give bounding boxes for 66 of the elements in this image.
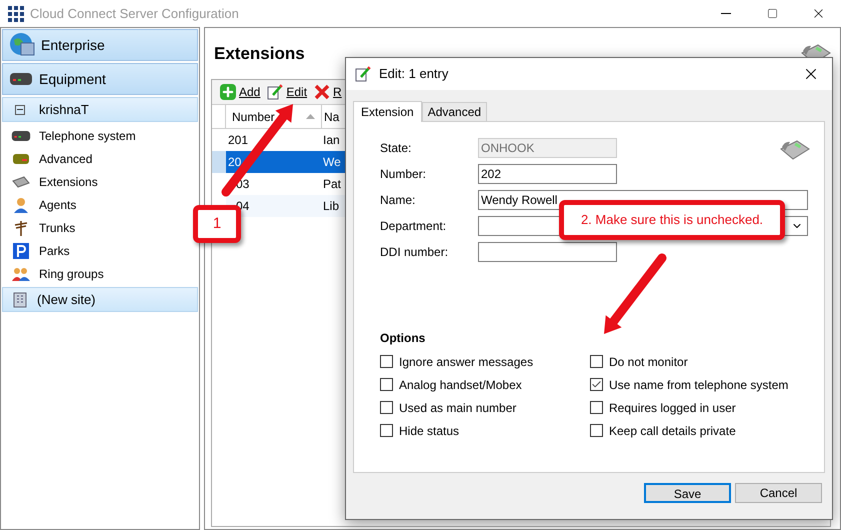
table-cell-text: 20 <box>227 154 242 171</box>
page-heading: Extensions <box>214 42 305 65</box>
field-label: Department: <box>380 218 448 235</box>
text-field[interactable]: 202 <box>478 164 617 184</box>
field-label: Number: <box>380 166 428 183</box>
column-header[interactable]: Na <box>322 105 342 128</box>
toolbar-button[interactable]: Add <box>220 83 260 101</box>
device-icon <box>9 71 33 87</box>
options-heading: Options <box>380 330 426 347</box>
parking-icon <box>13 242 29 258</box>
sidebar-item[interactable]: Agents <box>2 193 76 216</box>
globe-icon <box>9 32 35 58</box>
table-cell-text: 201 <box>227 132 250 149</box>
notepad-pencil-icon <box>355 66 371 82</box>
table-cell-text: Pat <box>322 176 342 193</box>
tab[interactable]: Extension <box>353 101 422 122</box>
sidebar-item[interactable]: Advanced <box>2 147 92 170</box>
notepad-pencil-icon <box>267 84 284 100</box>
sidebar-item[interactable]: Telephone system <box>2 124 136 147</box>
option-checkbox[interactable]: Do not monitor <box>590 355 688 368</box>
option-checkbox[interactable]: Ignore answer messages <box>380 355 534 368</box>
option-checkbox[interactable]: Hide status <box>380 424 460 437</box>
phone-icon <box>12 174 30 188</box>
table-cell-text: Lib <box>322 198 340 215</box>
site-node[interactable]: krishnaT <box>2 97 198 122</box>
sidebar-item[interactable]: Trunks <box>2 216 76 239</box>
cross-icon <box>314 84 330 100</box>
sidebar-item[interactable]: Ring groups <box>2 262 104 285</box>
text-field[interactable] <box>478 242 617 262</box>
person-icon <box>13 196 29 212</box>
dialog-button[interactable]: Save <box>644 483 731 503</box>
option-checkbox[interactable]: Requires logged in user <box>590 401 736 414</box>
option-checkbox[interactable]: Used as main number <box>380 401 516 414</box>
site-node[interactable]: (New site) <box>2 287 198 312</box>
toolbar-button[interactable]: R <box>314 83 342 101</box>
plus-icon <box>220 84 236 100</box>
dialog-title: Edit: 1 entry <box>379 65 448 84</box>
minimize-icon <box>721 13 731 14</box>
maximize-icon <box>766 8 778 19</box>
row-header[interactable] <box>212 151 226 173</box>
sidebar-group-button[interactable]: Equipment <box>2 63 198 95</box>
antenna-icon <box>13 220 29 236</box>
sort-ascending-icon <box>306 114 315 119</box>
sidebar-item[interactable]: Extensions <box>2 170 98 193</box>
sidebar-group-button[interactable]: Enterprise <box>2 29 198 61</box>
sidebar-item[interactable]: Parks <box>2 239 70 262</box>
option-checkbox[interactable]: Analog handset/Mobex <box>380 378 522 391</box>
device-icon <box>12 152 30 166</box>
field-label: State: <box>380 140 412 157</box>
field-label: Name: <box>380 192 416 209</box>
desk-phone-icon <box>780 140 810 160</box>
annotation-tooltip: 2. Make sure this is unchecked. <box>559 200 785 240</box>
checkmark-icon <box>591 379 602 390</box>
dialog-button[interactable]: Cancel <box>735 483 822 503</box>
table-cell-text: Ian <box>322 132 341 149</box>
building-icon <box>13 292 27 308</box>
option-checkbox[interactable]: Use name from telephone system <box>590 378 788 391</box>
table-cell-text: We <box>322 154 342 171</box>
option-checkbox[interactable]: Keep call details private <box>590 424 736 437</box>
people-icon <box>12 266 30 280</box>
annotation-tooltip: 1 <box>193 205 241 243</box>
window-title: Cloud Connect Server Configuration <box>30 4 239 23</box>
field-label: DDI number: <box>380 244 450 261</box>
toolbar-button[interactable]: Edit <box>267 83 308 101</box>
tab[interactable]: Advanced <box>422 102 488 121</box>
app-grid-icon <box>8 6 24 22</box>
